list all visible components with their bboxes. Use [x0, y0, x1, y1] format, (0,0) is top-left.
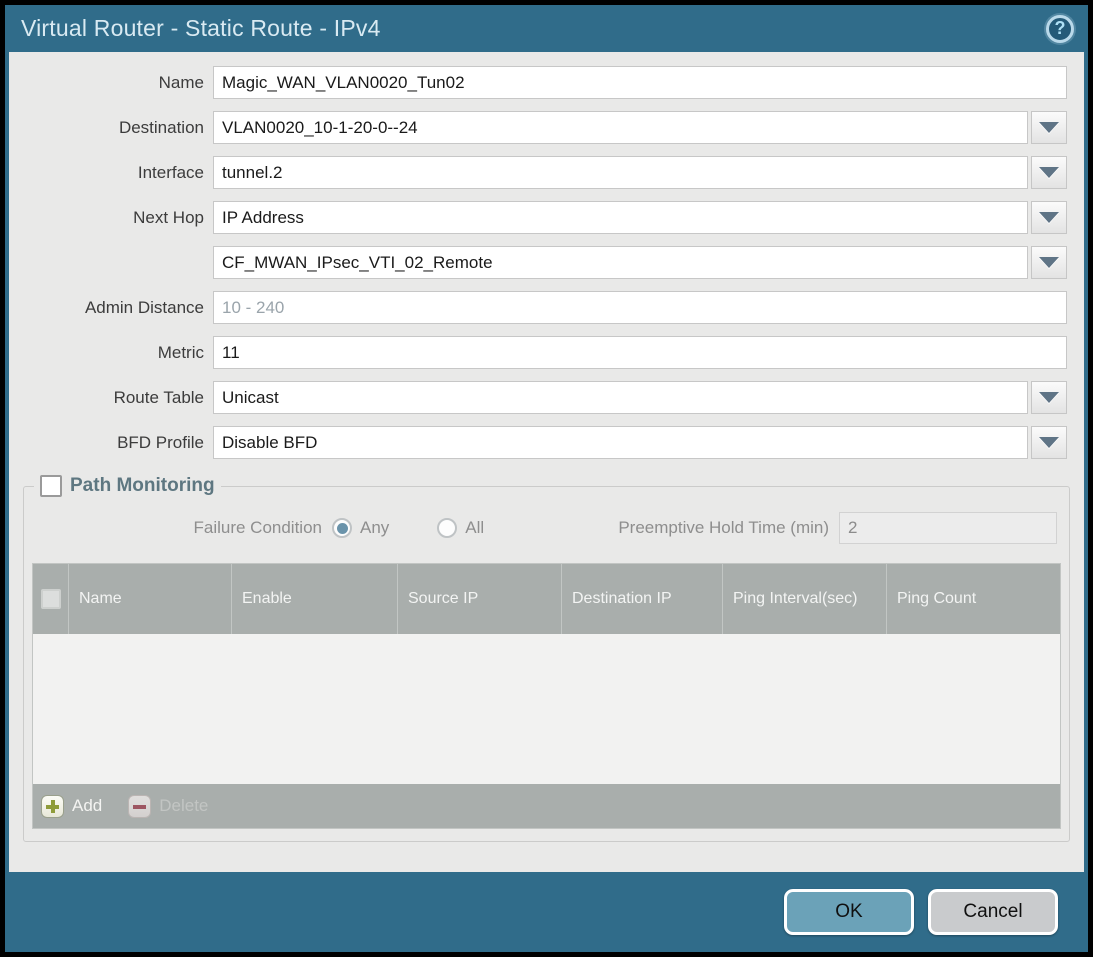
dialog-footer: OK Cancel [5, 872, 1088, 952]
route-table-input[interactable] [213, 381, 1028, 414]
destination-row: Destination [9, 111, 1067, 144]
path-monitoring-legend: Path Monitoring [34, 475, 221, 497]
column-header-enable[interactable]: Enable [232, 564, 398, 634]
delete-button-label: Delete [159, 796, 208, 816]
path-monitoring-section: Path Monitoring Failure Condition Any Al… [23, 475, 1070, 842]
metric-input[interactable] [213, 336, 1067, 369]
preemptive-hold-time-label: Preemptive Hold Time (min) [618, 518, 839, 538]
interface-row: Interface [9, 156, 1067, 189]
name-label: Name [9, 73, 213, 93]
select-all-checkbox[interactable] [41, 589, 61, 609]
radio-all-label: All [465, 518, 484, 538]
add-button[interactable]: Add [41, 795, 102, 818]
name-row: Name [9, 66, 1067, 99]
destination-dropdown-button[interactable] [1031, 111, 1067, 144]
metric-label: Metric [9, 343, 213, 363]
path-monitoring-checkbox[interactable] [40, 475, 62, 497]
failure-condition-label: Failure Condition [32, 518, 332, 538]
interface-label: Interface [9, 163, 213, 183]
name-input[interactable] [213, 66, 1067, 99]
route-table-label: Route Table [9, 388, 213, 408]
dialog-outer-frame: Virtual Router - Static Route - IPv4 ? N… [0, 0, 1093, 957]
bfd-profile-dropdown-button[interactable] [1031, 426, 1067, 459]
next-hop-address-dropdown-button[interactable] [1031, 246, 1067, 279]
failure-condition-row: Failure Condition Any All Preemptive Hol… [32, 511, 1057, 545]
next-hop-row: Next Hop [9, 201, 1067, 234]
chevron-down-icon [1039, 167, 1059, 178]
table-header: Name Enable Source IP Destination IP Pin… [33, 564, 1060, 634]
static-route-dialog: Virtual Router - Static Route - IPv4 ? N… [5, 5, 1088, 952]
chevron-down-icon [1039, 437, 1059, 448]
path-monitoring-table: Name Enable Source IP Destination IP Pin… [32, 563, 1061, 829]
next-hop-address-row [9, 246, 1067, 279]
column-header-destination-ip[interactable]: Destination IP [562, 564, 723, 634]
column-header-source-ip[interactable]: Source IP [398, 564, 562, 634]
add-button-label: Add [72, 796, 102, 816]
route-table-dropdown-button[interactable] [1031, 381, 1067, 414]
next-hop-type-input[interactable] [213, 201, 1028, 234]
bfd-profile-input[interactable] [213, 426, 1028, 459]
next-hop-address-input[interactable] [213, 246, 1028, 279]
failure-condition-all-option[interactable]: All [437, 518, 484, 538]
radio-all-icon[interactable] [437, 518, 457, 538]
next-hop-type-dropdown-button[interactable] [1031, 201, 1067, 234]
admin-distance-label: Admin Distance [9, 298, 213, 318]
chevron-down-icon [1039, 257, 1059, 268]
admin-distance-row: Admin Distance [9, 291, 1067, 324]
destination-label: Destination [9, 118, 213, 138]
interface-dropdown-button[interactable] [1031, 156, 1067, 189]
bfd-profile-row: BFD Profile [9, 426, 1067, 459]
chevron-down-icon [1039, 212, 1059, 223]
column-header-name[interactable]: Name [69, 564, 232, 634]
route-table-row: Route Table [9, 381, 1067, 414]
ok-button[interactable]: OK [784, 889, 914, 935]
delete-button[interactable]: Delete [128, 795, 208, 818]
title-bar: Virtual Router - Static Route - IPv4 ? [5, 5, 1088, 52]
next-hop-label: Next Hop [9, 208, 213, 228]
select-all-column-header [33, 564, 69, 634]
dialog-content: Name Destination Interface Next Hop [9, 52, 1084, 872]
help-icon[interactable]: ? [1046, 15, 1074, 43]
column-header-ping-count[interactable]: Ping Count [887, 564, 1060, 634]
preemptive-hold-time-input[interactable] [839, 512, 1057, 544]
interface-input[interactable] [213, 156, 1028, 189]
chevron-down-icon [1039, 122, 1059, 133]
table-toolbar: Add Delete [33, 784, 1060, 828]
dialog-title: Virtual Router - Static Route - IPv4 [21, 15, 1046, 42]
delete-minus-icon [128, 795, 151, 818]
destination-input[interactable] [213, 111, 1028, 144]
metric-row: Metric [9, 336, 1067, 369]
bfd-profile-label: BFD Profile [9, 433, 213, 453]
failure-condition-any-option[interactable]: Any [332, 518, 389, 538]
add-plus-icon [41, 795, 64, 818]
cancel-button[interactable]: Cancel [928, 889, 1058, 935]
chevron-down-icon [1039, 392, 1059, 403]
path-monitoring-title: Path Monitoring [70, 475, 215, 497]
table-body-empty [33, 634, 1060, 784]
admin-distance-input[interactable] [213, 291, 1067, 324]
radio-any-icon[interactable] [332, 518, 352, 538]
radio-any-label: Any [360, 518, 389, 538]
column-header-ping-interval[interactable]: Ping Interval(sec) [723, 564, 887, 634]
